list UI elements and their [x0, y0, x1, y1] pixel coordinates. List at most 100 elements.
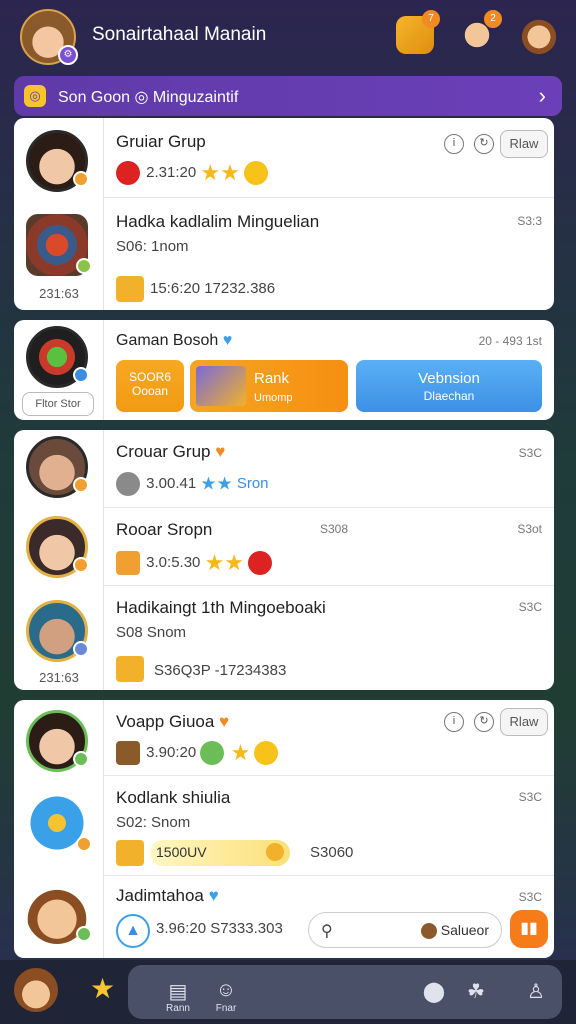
- view-button[interactable]: Rlaw: [500, 130, 548, 158]
- status-icon: [73, 367, 89, 383]
- item-title: Crouar Grup ♥: [116, 442, 226, 461]
- event-row: Gaman Bosoh ♥ 20 - 493 1st SOOR6 Oooan R…: [104, 320, 554, 420]
- promo-banner[interactable]: ◎ Son Goon ◎ Minguzaintif ›: [14, 76, 562, 116]
- emoji-icon: [248, 551, 273, 575]
- avatar-icon: [420, 923, 437, 940]
- game-avatar-icon[interactable]: [26, 326, 89, 388]
- item-subtitle: S08 Snom: [116, 624, 187, 641]
- item-meta: S3:3: [517, 214, 542, 228]
- avatar[interactable]: [26, 600, 89, 662]
- list-item[interactable]: Hadikaingt 1th Mingoeboaki S08 Snom S3C …: [104, 586, 554, 690]
- item-title: Gruiar Grup: [116, 132, 206, 151]
- item-meta: S308: [320, 522, 349, 536]
- list-item[interactable]: Voapp Giuoa ♥ 3.90:20 ★ i ↻ Rlaw: [104, 700, 554, 776]
- guild-emblem-icon[interactable]: [26, 214, 92, 276]
- emoji-icon: [254, 741, 279, 765]
- nav-panel: ▤ Rann ☺ Fnar ⬤ ☘ ♙: [128, 965, 562, 1019]
- avatar[interactable]: [26, 882, 92, 944]
- list-item[interactable]: Gruiar Grup 2.31:20 ★★ i ↻ Rlaw: [104, 118, 554, 198]
- status-icon: [76, 258, 92, 274]
- star-icon: ★★: [200, 160, 240, 185]
- item-subtitle: 2.31:20 ★★: [116, 160, 270, 186]
- item-title: Voapp Giuoa ♥: [116, 712, 230, 731]
- info-icon[interactable]: i: [444, 134, 464, 154]
- friends-icon[interactable]: 2: [458, 10, 502, 54]
- item-meta: S3C: [518, 790, 542, 804]
- pet-avatar-icon[interactable]: [26, 792, 92, 854]
- friends-icon[interactable]: ☘: [462, 979, 490, 1007]
- group-card: 231:63 Gruiar Grup 2.31:20 ★★ i ↻ Rlaw H…: [14, 118, 554, 310]
- list-item[interactable]: Crouar Grup ♥ 3.00.41 ★★ Sron S3C: [104, 430, 554, 508]
- menu-button[interactable]: ▮▮: [510, 910, 548, 948]
- avatar-caption: 231:63: [39, 670, 79, 685]
- star-icon: ★★: [204, 550, 245, 575]
- nav-label: Rann: [166, 1003, 190, 1014]
- item-subtitle: S02: Snom: [116, 814, 191, 831]
- heart-icon: ♥: [215, 442, 226, 461]
- avatar[interactable]: [26, 436, 89, 498]
- avatar-column: Fltor Stor: [14, 320, 104, 420]
- avatar[interactable]: [26, 710, 89, 772]
- tent-icon: ▲: [116, 914, 150, 948]
- heart-icon: ♥: [219, 712, 230, 731]
- item-title: Kodlank shiulia: [116, 788, 231, 807]
- coin-icon: ◎: [24, 85, 46, 107]
- top-bar: ⚙ Sonairtahaal Manain 7 2: [0, 0, 576, 72]
- avatar-column: 231:63: [14, 430, 104, 690]
- item-title: Hadikaingt 1th Mingoeboaki: [116, 598, 326, 617]
- item-title: Rooar Sropn: [116, 520, 213, 539]
- character-icon[interactable]: [520, 16, 558, 54]
- filter-button[interactable]: Fltor Stor: [22, 392, 94, 416]
- avatar[interactable]: [26, 516, 89, 578]
- info-icon[interactable]: i: [444, 712, 464, 732]
- emoji-icon: [116, 161, 140, 185]
- status-icon: [76, 926, 92, 942]
- item-subtitle: 3.90:20 ★: [116, 740, 280, 766]
- banner-text: Son Goon ◎ Minguzaintif: [58, 89, 239, 106]
- search-input[interactable]: ⚲ Salueor: [308, 912, 502, 948]
- refresh-icon[interactable]: ↻: [474, 712, 494, 732]
- item-title: Hadka kadlalim Minguelian: [116, 212, 320, 231]
- chest-icon: [196, 366, 246, 406]
- emoji-icon: [116, 551, 140, 575]
- emoji-icon: [116, 741, 140, 765]
- home-avatar-icon[interactable]: [14, 968, 58, 1012]
- item-subtitle: 3.0:5.30 ★★: [116, 550, 274, 576]
- location-icon[interactable]: ⬤: [420, 979, 448, 1007]
- list-item[interactable]: Jadimtahoa ♥ S3C ▲ 3.96:20 S7333.303 ⚲ S…: [104, 876, 554, 958]
- list-item[interactable]: Rooar Sropn 3.0:5.30 ★★ S308 S3ot: [104, 508, 554, 586]
- list-item[interactable]: Hadka kadlalim Minguelian S06: 1nom S3:3…: [104, 198, 554, 310]
- user-icon[interactable]: ♙: [522, 979, 550, 1007]
- rank-tile[interactable]: Rank Umomp: [190, 360, 348, 412]
- search-icon: ⚲: [321, 923, 333, 940]
- item-subtitle: 3.96:20 S7333.303: [156, 920, 283, 937]
- verified-icon: ♥: [208, 886, 219, 905]
- refresh-icon[interactable]: ↻: [474, 134, 494, 154]
- item-meta: S3C: [518, 600, 542, 614]
- status-icon: [73, 477, 89, 493]
- wallet-icon[interactable]: 7: [396, 10, 440, 54]
- reward-tile[interactable]: SOOR6 Oooan: [116, 360, 184, 412]
- star-icon[interactable]: ★: [90, 972, 120, 1004]
- emoji-icon: [116, 472, 140, 496]
- avatar-column: [14, 700, 104, 958]
- group-card: Voapp Giuoa ♥ 3.90:20 ★ i ↻ Rlaw Kodlank…: [14, 700, 554, 958]
- profile-avatar[interactable]: ⚙: [20, 9, 78, 65]
- crown-icon: [116, 840, 144, 866]
- item-subtitle: 3.00.41 ★★ Sron: [116, 472, 269, 496]
- view-button[interactable]: Rlaw: [500, 708, 548, 736]
- chevron-right-icon[interactable]: ›: [539, 83, 546, 109]
- item-subtitle: S06: 1nom: [116, 238, 189, 255]
- status-icon: [73, 171, 89, 187]
- item-meta: S3C: [518, 890, 542, 904]
- list-item[interactable]: Kodlank shiulia S02: Snom S3C 1500UV S30…: [104, 776, 554, 876]
- coin-icon: [266, 843, 284, 861]
- avatar-column: 231:63: [14, 118, 104, 310]
- avatar-badge: ⚙: [58, 45, 78, 65]
- group-card: 231:63 Crouar Grup ♥ 3.00.41 ★★ Sron S3C…: [14, 430, 554, 690]
- avatar[interactable]: [26, 130, 89, 192]
- version-tile[interactable]: Vebnsion Dlaechan: [356, 360, 542, 412]
- avatar-caption: 231:63: [39, 286, 79, 301]
- item-footer: S36Q3P -17234383: [154, 662, 287, 679]
- status-icon: [76, 836, 92, 852]
